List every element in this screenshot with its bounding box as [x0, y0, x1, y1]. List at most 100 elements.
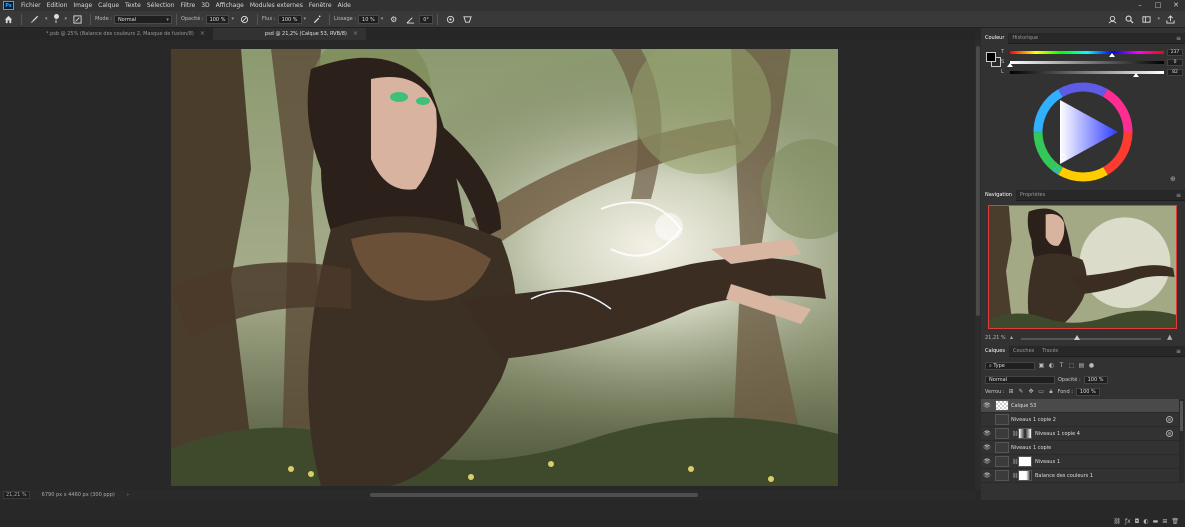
brightness-slider[interactable] [1010, 70, 1164, 74]
layer-filter-select[interactable]: ⌕ Type [985, 361, 1035, 370]
tab-document-psb[interactable]: *.psb @ 25% (Balance des couleurs 2, Mas… [0, 28, 213, 40]
layer-row[interactable]: 👁︎ ⛓ Niveaux 1 copie 4 ⚙ [981, 427, 1179, 441]
link-layers-icon[interactable]: ⛓ [1113, 518, 1121, 525]
tab-document-psd[interactable]: psd @ 21,2% (Calque 53, RVB/8) × [212, 28, 366, 40]
menu-image[interactable]: Image [70, 2, 95, 9]
link-icon[interactable]: ⛓ [1012, 459, 1018, 465]
add-mask-icon[interactable]: ◘ [1135, 518, 1140, 525]
lock-position-icon[interactable]: ✥ [1028, 388, 1035, 395]
layer-effects-icon[interactable]: ⚙ [1166, 430, 1173, 437]
close-icon[interactable]: × [353, 28, 358, 40]
menu-fichier[interactable]: Fichier [18, 2, 44, 9]
brush-preset-picker[interactable]: 8 [53, 14, 59, 24]
chevron-down-icon[interactable]: ▾ [65, 16, 68, 22]
symmetry-icon[interactable] [462, 14, 473, 25]
brush-tool-icon[interactable] [29, 14, 40, 25]
brightness-slider-knob[interactable] [1133, 73, 1140, 77]
blend-mode-select[interactable]: Normal [985, 375, 1055, 384]
layer-row[interactable]: 👁︎ ⛓ Balance des couleurs 1 [981, 469, 1179, 483]
home-icon[interactable] [3, 14, 14, 25]
zoom-in-icon[interactable]: ▲ [1167, 333, 1172, 341]
tab-historique[interactable]: Historique [1008, 33, 1042, 44]
fill-field[interactable]: 100 % [1075, 387, 1100, 396]
eye-icon[interactable]: 👁︎ [981, 444, 993, 451]
lock-transparency-icon[interactable]: ⊞ [1008, 388, 1015, 395]
chevron-down-icon[interactable]: ▾ [45, 16, 48, 22]
navigator-zoom-knob[interactable] [1074, 335, 1080, 340]
hue-value[interactable]: 237 [1167, 48, 1183, 56]
brightness-value[interactable]: 82 [1167, 68, 1183, 76]
document-size[interactable]: 6790 px x 4460 px (300 ppp) [42, 492, 115, 498]
pixel-filter-icon[interactable]: ▣ [1038, 362, 1045, 369]
close-icon[interactable]: ✕ [1167, 0, 1185, 11]
filter-toggle-icon[interactable]: ● [1088, 362, 1095, 369]
hue-slider[interactable] [1010, 50, 1164, 54]
eye-icon[interactable]: 👁︎ [981, 458, 993, 465]
fx-icon[interactable]: ƒx [1125, 518, 1131, 525]
scrollbar-thumb[interactable] [976, 46, 980, 316]
chevron-down-icon[interactable]: ▾ [381, 16, 384, 22]
cloud-user-icon[interactable] [1107, 14, 1118, 25]
layer-opacity-field[interactable]: 100 % [1083, 375, 1108, 384]
menu-calque[interactable]: Calque [95, 2, 122, 9]
layer-row[interactable]: 👁︎ ⛓ Niveaux 1 [981, 455, 1179, 469]
chevron-right-icon[interactable]: › [127, 492, 129, 498]
scrollbar-thumb[interactable] [370, 493, 698, 497]
tab-traces[interactable]: Tracés [1038, 346, 1062, 357]
mode-select[interactable]: Normal ▾ [113, 14, 172, 24]
lock-artboard-icon[interactable]: ▭ [1038, 388, 1045, 395]
layer-mask-thumbnail[interactable] [1018, 428, 1032, 439]
menu-fenetre[interactable]: Fenêtre [306, 2, 335, 9]
flux-field[interactable]: 100 % [277, 14, 302, 24]
smoothing-options-gear-icon[interactable]: ⚙ [388, 14, 399, 25]
smoothing-field[interactable]: 10 % [358, 14, 379, 24]
layer-row[interactable]: 👁︎ Niveaux 1 copie [981, 441, 1179, 455]
navigator-preview[interactable] [988, 205, 1177, 329]
link-icon[interactable]: ⛓ [1012, 473, 1018, 479]
airbrush-icon[interactable] [311, 14, 322, 25]
type-filter-icon[interactable]: T [1058, 362, 1065, 369]
color-triangle[interactable] [1060, 100, 1118, 164]
zoom-readout[interactable]: 21,21 % [3, 491, 30, 499]
delete-layer-icon[interactable]: 🗑︎ [1171, 518, 1179, 525]
layer-mask-thumbnail[interactable] [1018, 470, 1032, 481]
scrollbar-thumb[interactable] [1180, 401, 1183, 431]
tab-couches[interactable]: Couches [1009, 346, 1038, 357]
adjustment-filter-icon[interactable]: ◐ [1048, 362, 1055, 369]
angle-field[interactable]: 0° [419, 14, 433, 24]
saturation-slider[interactable] [1010, 60, 1164, 64]
menu-aide[interactable]: Aide [335, 2, 354, 9]
eye-icon[interactable]: 👁︎ [981, 402, 993, 409]
workspace-icon[interactable] [1141, 14, 1152, 25]
menu-edition[interactable]: Edition [44, 2, 71, 9]
search-icon[interactable] [1124, 14, 1135, 25]
saturation-slider-knob[interactable] [1007, 63, 1013, 67]
close-icon[interactable]: × [200, 28, 205, 40]
shape-filter-icon[interactable]: ⬚ [1068, 362, 1075, 369]
tab-calques[interactable]: Calques [981, 345, 1009, 357]
link-icon[interactable]: ⛓ [1012, 431, 1018, 437]
chevron-down-icon[interactable]: ▾ [304, 16, 307, 22]
minimize-icon[interactable]: – [1131, 0, 1149, 11]
panel-menu-icon[interactable]: ≡ [1176, 192, 1181, 199]
menu-affichage[interactable]: Affichage [213, 2, 247, 9]
layer-row[interactable]: 👁︎ Calque 53 [981, 399, 1179, 413]
foreground-color-swatch[interactable] [986, 52, 996, 62]
panel-menu-icon[interactable]: ≡ [1176, 35, 1181, 42]
layer-mask-thumbnail[interactable] [1018, 456, 1032, 467]
navigator-zoom[interactable]: 21,21 % [985, 335, 1006, 341]
chevron-down-icon[interactable]: ▾ [1157, 16, 1160, 22]
artwork-canvas[interactable] [171, 49, 838, 486]
new-layer-icon[interactable]: ⊞ [1162, 518, 1167, 525]
pressure-opacity-icon[interactable] [239, 14, 250, 25]
add-swatch-icon[interactable]: ⊕ [1170, 175, 1176, 183]
maximize-icon[interactable]: □ [1149, 0, 1167, 11]
lock-pixels-icon[interactable]: ✎ [1018, 388, 1025, 395]
saturation-value[interactable]: 0 [1167, 58, 1183, 66]
zoom-out-icon[interactable]: ▴ [1010, 334, 1013, 341]
canvas-area[interactable] [0, 40, 975, 490]
chevron-down-icon[interactable]: ▾ [231, 16, 234, 22]
panel-menu-icon[interactable]: ≡ [1176, 348, 1181, 355]
menu-filtre[interactable]: Filtre [178, 2, 199, 9]
adjustment-layer-icon[interactable]: ◐ [1143, 518, 1148, 525]
